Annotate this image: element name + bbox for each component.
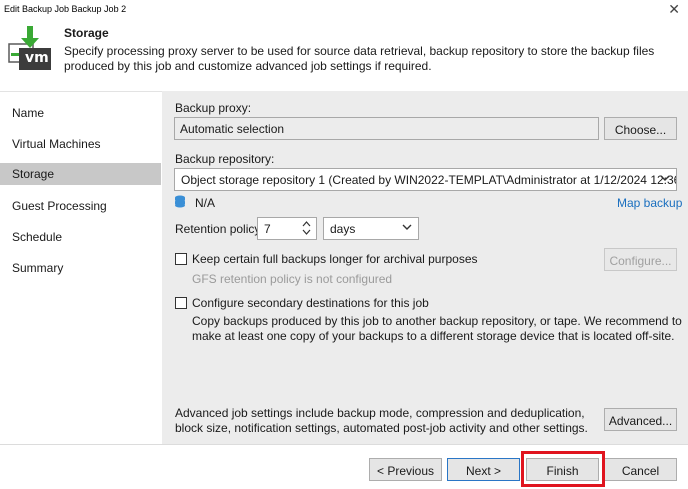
configure-gfs-button[interactable]: Configure... [604,248,677,271]
next-button[interactable]: Next > [447,458,520,481]
sidebar-item-guest-processing[interactable]: Guest Processing [0,195,161,217]
choose-proxy-button[interactable]: Choose... [604,117,677,140]
cancel-button[interactable]: Cancel [604,458,677,481]
gfs-retention-label: Keep certain full backups longer for arc… [192,252,478,266]
veeam-vm-logo-icon: vm [5,24,53,72]
close-icon[interactable]: ✕ [668,1,680,18]
wizard-steps-sidebar: Name Virtual Machines Storage Guest Proc… [0,91,162,444]
sidebar-item-schedule[interactable]: Schedule [0,226,161,248]
secondary-destinations-checkbox[interactable] [175,297,187,309]
spinner-arrows-icon[interactable] [302,220,311,236]
backup-proxy-label: Backup proxy: [175,101,252,115]
sidebar-item-storage[interactable]: Storage [0,163,161,185]
window-titlebar: Edit Backup Job Backup Job 2 ✕ [0,0,688,18]
retention-policy-label: Retention policy: [175,222,264,236]
storage-settings-panel: Backup proxy: Automatic selection Choose… [162,91,688,444]
sidebar-item-name[interactable]: Name [0,102,161,124]
logo-text: vm [25,50,49,66]
gfs-status-text: GFS retention policy is not configured [192,272,393,286]
page-description: Specify processing proxy server to be us… [64,44,655,73]
retention-unit-dropdown[interactable]: days [323,217,419,240]
retention-value-stepper[interactable]: 7 [257,217,317,240]
page-title: Storage [64,26,109,40]
repository-free-space: N/A [195,196,216,210]
backup-repository-label: Backup repository: [175,152,275,166]
previous-button[interactable]: < Previous [369,458,442,481]
sidebar-item-label: Storage [12,167,55,181]
sidebar-item-label: Virtual Machines [12,137,101,151]
retention-value: 7 [264,222,271,236]
sidebar-item-label: Schedule [12,230,63,244]
gfs-retention-checkbox[interactable] [175,253,187,265]
advanced-settings-description: Advanced job settings include backup mod… [175,406,588,435]
database-icon [175,195,185,208]
window-title: Edit Backup Job Backup Job 2 [4,4,127,14]
sidebar-item-virtual-machines[interactable]: Virtual Machines [0,133,161,155]
advanced-settings-button[interactable]: Advanced... [604,408,677,431]
backup-repository-value: Object storage repository 1 (Created by … [181,173,677,187]
wizard-header: vm Storage Specify processing proxy serv… [0,18,688,90]
backup-repository-dropdown[interactable]: Object storage repository 1 (Created by … [174,168,677,191]
retention-unit-value: days [330,222,356,236]
backup-proxy-field[interactable]: Automatic selection [174,117,599,140]
secondary-destinations-label: Configure secondary destinations for thi… [192,296,429,310]
map-backup-link[interactable]: Map backup [617,196,682,210]
sidebar-item-label: Summary [12,261,64,275]
chevron-down-icon [660,175,670,181]
sidebar-item-label: Name [12,106,45,120]
chevron-down-icon [402,224,412,230]
sidebar-item-summary[interactable]: Summary [0,257,161,279]
sidebar-item-label: Guest Processing [12,199,107,213]
finish-highlight-frame [521,451,605,487]
secondary-destinations-description: Copy backups produced by this job to ano… [192,314,682,343]
